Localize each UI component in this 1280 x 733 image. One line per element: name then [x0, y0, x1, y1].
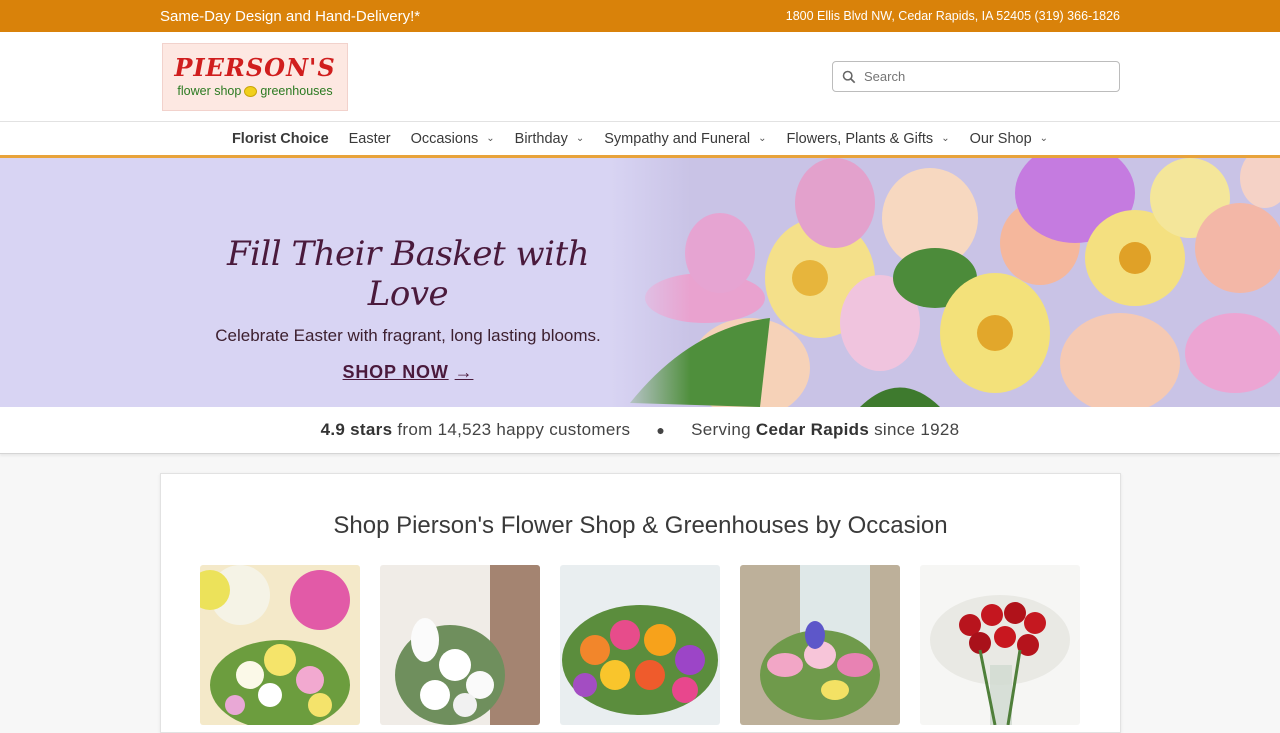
nav-label: Flowers, Plants & Gifts: [786, 130, 934, 147]
nav-item-florist-choice[interactable]: Florist Choice: [222, 131, 339, 147]
roses-bouquet-image: [920, 565, 1080, 725]
nav-item-birthday[interactable]: Birthday ⌄: [505, 131, 595, 147]
easter-bouquet-image: [610, 158, 1280, 407]
nav-item-occasions[interactable]: Occasions ⌄: [401, 131, 505, 147]
logo-sub-right: greenhouses: [260, 84, 333, 98]
chevron-down-icon: ⌄: [575, 133, 585, 144]
rating-stars: 4.9 stars: [320, 420, 393, 439]
lily-bouquet-image: [740, 565, 900, 725]
occasion-tile-sympathy[interactable]: [380, 565, 540, 725]
lemon-icon: [244, 85, 258, 97]
gerbera-bouquet-image: [560, 565, 720, 725]
sympathy-bouquet-image: [380, 565, 540, 725]
promo-text: Same-Day Design and Hand-Delivery!*: [160, 7, 421, 25]
section-title: Shop Pierson's Flower Shop & Greenhouses…: [333, 512, 948, 539]
occasion-tile-lilies[interactable]: [740, 565, 900, 725]
store-phone-link[interactable]: (319) 366-1826: [1035, 9, 1120, 23]
shop-now-link[interactable]: SHOP NOW →: [343, 362, 474, 383]
main-nav: Florist Choice Easter Occasions ⌄ Birthda…: [0, 121, 1280, 158]
chevron-down-icon: ⌄: [941, 133, 950, 144]
store-address: 1800 Ellis Blvd NW, Cedar Rapids, IA 524…: [785, 9, 1032, 23]
shop-by-occasion-section: Shop Pierson's Flower Shop & Greenhouses…: [160, 473, 1121, 733]
occasion-tile-roses[interactable]: [920, 565, 1080, 725]
separator-dot-icon: ●: [656, 422, 666, 438]
occasion-tile-colorful[interactable]: [560, 565, 720, 725]
nav-label: Sympathy and Funeral: [604, 130, 751, 147]
nav-label: Florist Choice: [231, 130, 329, 147]
rating-bar: 4.9 stars from 14,523 happy customers ● …: [0, 407, 1280, 454]
search-box[interactable]: [832, 61, 1120, 92]
nav-label: Easter: [348, 130, 391, 147]
logo-sub-left: flower shop: [177, 84, 242, 98]
serving-prefix: Serving: [691, 420, 751, 439]
nav-item-sympathy[interactable]: Sympathy and Funeral ⌄: [594, 131, 776, 147]
site-header: PIERSON'S flower shop greenhouses: [0, 32, 1280, 121]
nav-label: Occasions: [410, 130, 479, 147]
store-logo[interactable]: PIERSON'S flower shop greenhouses: [162, 42, 348, 111]
hero-banner[interactable]: Fill Their Basket with Love Celebrate Ea…: [0, 158, 1280, 407]
nav-label: Birthday: [514, 130, 568, 147]
logo-subtitle: flower shop greenhouses: [177, 84, 332, 98]
nav-item-our-shop[interactable]: Our Shop ⌄: [960, 131, 1058, 147]
nav-item-easter[interactable]: Easter: [339, 131, 401, 147]
birthday-bouquet-image: [200, 565, 360, 725]
hero-title: Fill Their Basket with Love: [226, 234, 590, 314]
store-contact: 1800 Ellis Blvd NW, Cedar Rapids, IA 524…: [786, 9, 1120, 23]
occasion-tiles: [200, 565, 1080, 725]
search-input[interactable]: [864, 69, 1104, 84]
search-icon: [842, 70, 856, 83]
serving-since: since 1928: [874, 420, 960, 439]
top-promo-bar: Same-Day Design and Hand-Delivery!* 1800…: [0, 0, 1280, 32]
hero-text: Fill Their Basket with Love Celebrate Ea…: [188, 234, 628, 383]
nav-label: Our Shop: [969, 130, 1032, 147]
serving-city: Cedar Rapids: [755, 420, 870, 439]
nav-item-flowers-plants-gifts[interactable]: Flowers, Plants & Gifts ⌄: [777, 131, 960, 147]
chevron-down-icon: ⌄: [486, 133, 495, 144]
shop-now-label: SHOP NOW: [342, 362, 449, 382]
occasion-tile-birthday[interactable]: [200, 565, 360, 725]
logo-name: PIERSON'S: [174, 53, 336, 82]
rating-customers: from 14,523 happy customers: [397, 420, 631, 439]
chevron-down-icon: ⌄: [1039, 133, 1049, 144]
hero-subtitle: Celebrate Easter with fragrant, long las…: [215, 326, 601, 345]
chevron-down-icon: ⌄: [758, 133, 767, 144]
arrow-right-icon: →: [454, 362, 474, 382]
